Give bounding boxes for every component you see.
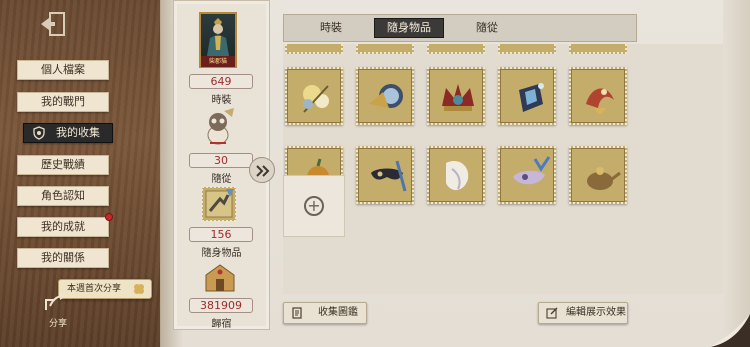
home-count: 381909 — [189, 298, 253, 313]
accessory-label: 隨身物品 — [201, 248, 242, 259]
item-slot-partial — [356, 44, 414, 54]
flower-bouquet-icon — [303, 85, 329, 113]
clover-icon — [134, 284, 144, 294]
nav-item-battles[interactable]: 我的戰門 — [17, 92, 109, 112]
accessory-item[interactable] — [569, 146, 627, 204]
nav-item-collection-label: 我的收集 — [56, 126, 100, 139]
item-slot-partial — [569, 44, 627, 54]
expand-button[interactable] — [249, 157, 275, 183]
share-label[interactable]: 分享 — [49, 316, 67, 329]
pet-count: 30 — [189, 153, 253, 168]
collection-catalog-button[interactable]: 收集圖鑑 — [283, 302, 367, 324]
home-label: 歸宿 — [211, 319, 232, 330]
costume-count: 649 — [189, 74, 253, 89]
white-veil-icon — [446, 160, 469, 191]
crystal-lantern-icon — [519, 83, 544, 112]
accessory-item[interactable] — [356, 67, 414, 125]
nav-item-achievements-label: 我的成就 — [41, 220, 85, 233]
tab-pets[interactable]: 隨從 — [462, 18, 512, 38]
page-corner-curl — [710, 314, 750, 347]
accessory-count: 156 — [189, 227, 253, 242]
add-item-slot[interactable]: + — [283, 175, 345, 237]
shield-badge-icon — [33, 126, 45, 140]
weekly-share-tag[interactable]: 本週首次分享 — [58, 279, 152, 299]
accessory-item[interactable] — [569, 67, 627, 125]
accessory-item[interactable] — [356, 146, 414, 204]
nav-item-history[interactable]: 歷史戰績 — [17, 155, 109, 175]
item-slot-partial — [285, 44, 343, 54]
nav-item-collection[interactable]: 我的收集 — [23, 123, 113, 143]
crown-jewel-icon — [442, 84, 474, 111]
character-figure-icon — [207, 18, 229, 56]
item-slot-partial — [427, 44, 485, 54]
tab-costume[interactable]: 時裝 — [306, 18, 356, 38]
weekly-share-label: 本週首次分享 — [67, 284, 122, 294]
book-icon — [292, 307, 302, 319]
collection-panel: 時裝 隨身物品 隨從 + 收集圖鑑 編輯展示效果 — [283, 0, 723, 330]
double-chevron-right-icon — [256, 165, 270, 177]
moon-orb-icon — [369, 84, 403, 108]
nav-item-achievements[interactable]: 我的成就 — [17, 213, 113, 237]
plus-icon: + — [304, 196, 324, 216]
category-tabs: 時裝 隨身物品 隨從 — [283, 14, 637, 42]
nav-item-relations[interactable]: 我的關係 — [17, 248, 109, 268]
share-icon[interactable] — [44, 290, 68, 312]
collection-screen: 個人檔案 我的戰門 我的收集 歷史戰績 角色認知 我的成就 我的關係 柴郡貓 6… — [0, 0, 750, 347]
character-portrait[interactable]: 柴郡貓 — [199, 12, 237, 68]
portrait-name: 柴郡貓 — [201, 56, 235, 67]
costume-label: 時裝 — [211, 95, 232, 106]
nav-item-profile[interactable]: 個人檔案 — [17, 60, 109, 80]
item-slot-partial — [498, 44, 556, 54]
tab-accessories[interactable]: 隨身物品 — [374, 18, 444, 38]
nav-item-character-knowledge[interactable]: 角色認知 — [17, 186, 109, 206]
accessory-stamp-icon — [201, 186, 237, 222]
accessory-item[interactable] — [498, 67, 556, 125]
home-icon — [205, 264, 235, 292]
edit-display-button[interactable]: 編輯展示效果 — [538, 302, 628, 324]
phoenix-ornament-icon — [586, 88, 614, 114]
masquerade-mask-icon — [371, 160, 407, 192]
collection-catalog-label: 收集圖鑑 — [318, 307, 358, 318]
crystal-mask-icon — [513, 156, 551, 185]
edit-icon — [546, 307, 558, 319]
accessory-item[interactable] — [427, 146, 485, 204]
exit-door-icon[interactable] — [38, 11, 68, 37]
accessory-item[interactable] — [498, 146, 556, 204]
accessory-item[interactable] — [427, 67, 485, 125]
accessory-item[interactable] — [285, 67, 343, 125]
teapot-charm-icon — [587, 167, 621, 190]
notification-dot — [105, 213, 113, 221]
edit-display-label: 編輯展示效果 — [566, 307, 626, 318]
paper-edge — [723, 0, 750, 347]
pet-icon — [207, 108, 234, 145]
